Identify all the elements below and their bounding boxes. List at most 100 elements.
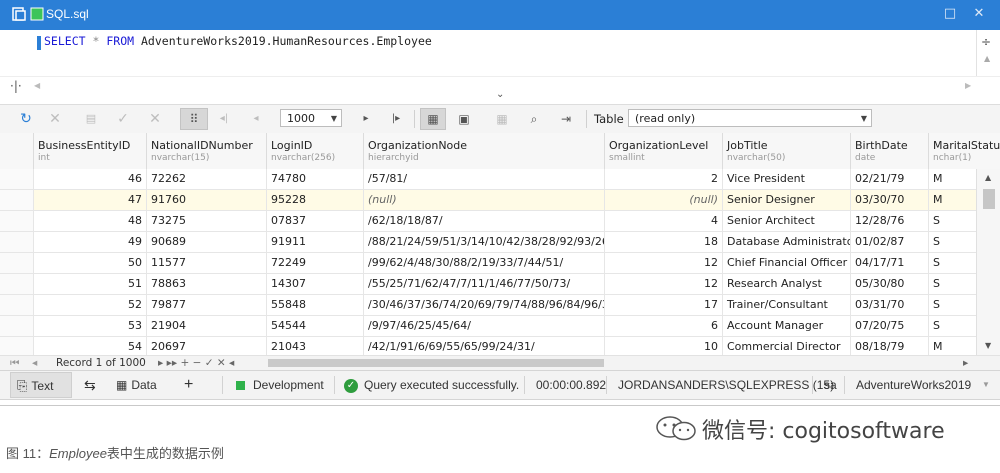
table-cell[interactable]: S bbox=[929, 211, 976, 231]
split-handle-icon[interactable]: ·|· bbox=[10, 79, 22, 93]
data-tab[interactable]: ▦ Data bbox=[116, 371, 157, 399]
table-cell[interactable]: M bbox=[929, 190, 976, 210]
table-cell[interactable]: /42/1/91/6/69/55/65/99/24/31/ bbox=[364, 337, 605, 355]
table-cell[interactable]: 72249 bbox=[267, 253, 364, 273]
row-indicator[interactable] bbox=[0, 190, 34, 210]
table-cell[interactable]: 95228 bbox=[267, 190, 364, 210]
row-indicator[interactable] bbox=[0, 274, 34, 294]
table-cell[interactable]: 02/21/79 bbox=[851, 169, 929, 189]
table-cell[interactable]: Research Analyst bbox=[723, 274, 851, 294]
scroll-up-icon[interactable]: ▲ bbox=[984, 54, 990, 63]
database-name[interactable]: AdventureWorks2019 bbox=[856, 371, 971, 399]
table-cell[interactable]: M bbox=[929, 337, 976, 355]
record-nav-controls[interactable]: ▸ ▸▸ + − ✓ ✕ ◂ bbox=[158, 356, 234, 370]
table-row[interactable]: 49 90689 91911/88/21/24/59/51/3/14/10/42/3… bbox=[0, 232, 976, 253]
table-cell[interactable]: S bbox=[929, 316, 976, 336]
refresh-icon[interactable]: ↻ bbox=[16, 109, 36, 129]
table-cell[interactable]: 20697 bbox=[147, 337, 267, 355]
scroll-down-icon[interactable]: ▼ bbox=[985, 341, 991, 350]
apply-changes-icon[interactable]: ✓ bbox=[112, 109, 134, 129]
table-row[interactable]: 51 78863 14307/55/25/71/62/47/7/11/1/46/77… bbox=[0, 274, 976, 295]
table-cell[interactable]: S bbox=[929, 295, 976, 315]
table-cell[interactable]: Trainer/Consultant bbox=[723, 295, 851, 315]
row-indicator[interactable] bbox=[0, 232, 34, 252]
table-cell[interactable]: Senior Architect bbox=[723, 211, 851, 231]
pivot-icon[interactable]: ▦ bbox=[490, 109, 514, 129]
column-header[interactable]: OrganizationNode hierarchyid bbox=[364, 133, 605, 169]
table-cell[interactable]: 2 bbox=[605, 169, 723, 189]
table-cell[interactable]: 54544 bbox=[267, 316, 364, 336]
row-indicator[interactable] bbox=[0, 295, 34, 315]
table-cell[interactable]: 12 bbox=[605, 274, 723, 294]
table-cell[interactable]: 54 bbox=[34, 337, 147, 355]
table-cell[interactable]: 48 bbox=[34, 211, 147, 231]
column-header[interactable]: MaritalStatu nchar(1) bbox=[929, 133, 1000, 169]
column-header[interactable]: BusinessEntityID int bbox=[34, 133, 147, 169]
table-cell[interactable]: /55/25/71/62/47/7/11/1/46/77/50/73/ bbox=[364, 274, 605, 294]
table-cell[interactable]: 78863 bbox=[147, 274, 267, 294]
add-tab-button[interactable]: + bbox=[184, 371, 193, 399]
table-cell[interactable]: S bbox=[929, 232, 976, 252]
table-cell[interactable]: 50 bbox=[34, 253, 147, 273]
column-header[interactable]: JobTitle nvarchar(50) bbox=[723, 133, 851, 169]
column-header[interactable]: LoginID nvarchar(256) bbox=[267, 133, 364, 169]
next-page-icon[interactable]: ▸ bbox=[356, 109, 376, 129]
table-cell[interactable]: 46 bbox=[34, 169, 147, 189]
column-header[interactable]: BirthDate date bbox=[851, 133, 929, 169]
table-cell[interactable]: /99/62/4/48/30/88/2/19/33/7/44/51/ bbox=[364, 253, 605, 273]
table-cell[interactable]: 07837 bbox=[267, 211, 364, 231]
table-row[interactable]: 48 73275 07837/62/18/18/87/4 Senior Archite… bbox=[0, 211, 976, 232]
table-cell[interactable]: 12/28/76 bbox=[851, 211, 929, 231]
table-cell[interactable]: 90689 bbox=[147, 232, 267, 252]
scroll-right-icon[interactable]: ▸ bbox=[963, 356, 968, 370]
table-cell[interactable]: 18 bbox=[605, 232, 723, 252]
maximize-button[interactable]: □ bbox=[942, 6, 958, 22]
table-cell[interactable]: 05/30/80 bbox=[851, 274, 929, 294]
table-cell[interactable]: 21904 bbox=[147, 316, 267, 336]
grid-horizontal-scrollbar-thumb[interactable] bbox=[268, 359, 604, 367]
table-cell[interactable]: 04/17/71 bbox=[851, 253, 929, 273]
column-header[interactable]: OrganizationLevel smallint bbox=[605, 133, 723, 169]
chevron-down-icon[interactable]: ⌄ bbox=[496, 89, 504, 100]
column-header[interactable]: NationalIDNumber nvarchar(15) bbox=[147, 133, 267, 169]
text-tab[interactable]: ⎘ Text bbox=[10, 372, 72, 398]
row-indicator[interactable] bbox=[0, 253, 34, 273]
table-cell[interactable]: /88/21/24/59/51/3/14/10/42/38/28/92/93/2… bbox=[364, 232, 605, 252]
scroll-left-icon[interactable]: ◀ bbox=[34, 81, 40, 90]
scroll-right-icon[interactable]: ▶ bbox=[965, 81, 971, 90]
table-cell[interactable]: M bbox=[929, 169, 976, 189]
table-cell[interactable]: Vice President bbox=[723, 169, 851, 189]
table-cell[interactable]: 51 bbox=[34, 274, 147, 294]
table-cell[interactable]: 52 bbox=[34, 295, 147, 315]
window-titlebar[interactable]: SQL.sql □ ✕ bbox=[0, 0, 1000, 30]
table-cell[interactable]: /57/81/ bbox=[364, 169, 605, 189]
page-size-select[interactable]: 1000 ▼ bbox=[280, 109, 342, 127]
last-page-icon[interactable]: |▸ bbox=[386, 109, 406, 129]
grid-vertical-scrollbar[interactable]: ▲ ▼ bbox=[976, 169, 1000, 355]
discard-changes-icon[interactable]: ✕ bbox=[144, 109, 166, 129]
row-indicator[interactable] bbox=[0, 337, 34, 355]
paginate-icon[interactable]: ⠿ bbox=[180, 108, 208, 130]
table-cell[interactable]: 91760 bbox=[147, 190, 267, 210]
find-icon[interactable]: ⌕ bbox=[522, 109, 546, 129]
table-cell[interactable]: Chief Financial Officer bbox=[723, 253, 851, 273]
card-view-icon[interactable]: ▣ bbox=[452, 109, 476, 129]
table-cell[interactable]: Commercial Director bbox=[723, 337, 851, 355]
split-editor-icon[interactable]: ÷ bbox=[981, 35, 991, 49]
table-row[interactable]: 54 20697 21043/42/1/91/6/69/55/65/99/24/31… bbox=[0, 337, 976, 355]
table-cell[interactable]: S bbox=[929, 253, 976, 273]
table-cell[interactable]: 73275 bbox=[147, 211, 267, 231]
prev-page-icon[interactable]: ◂ bbox=[246, 109, 266, 129]
view-mode-select[interactable]: (read only) ▼ bbox=[628, 109, 872, 127]
first-record-icon[interactable]: ⏮ bbox=[10, 356, 19, 370]
table-cell[interactable]: 49 bbox=[34, 232, 147, 252]
table-cell[interactable]: (null) bbox=[364, 190, 605, 210]
export-icon[interactable]: ⇥ bbox=[554, 109, 578, 129]
table-row[interactable]: 46 72262 74780/57/81/2 Vice President 02/21/… bbox=[0, 169, 976, 190]
table-cell[interactable]: 03/30/70 bbox=[851, 190, 929, 210]
table-cell[interactable]: 12 bbox=[605, 253, 723, 273]
table-cell[interactable]: 6 bbox=[605, 316, 723, 336]
editor-horizontal-scrollbar[interactable]: ·|· ◀ ▶ ⌄ bbox=[0, 76, 1000, 100]
table-cell[interactable]: 47 bbox=[34, 190, 147, 210]
table-cell[interactable]: 01/02/87 bbox=[851, 232, 929, 252]
